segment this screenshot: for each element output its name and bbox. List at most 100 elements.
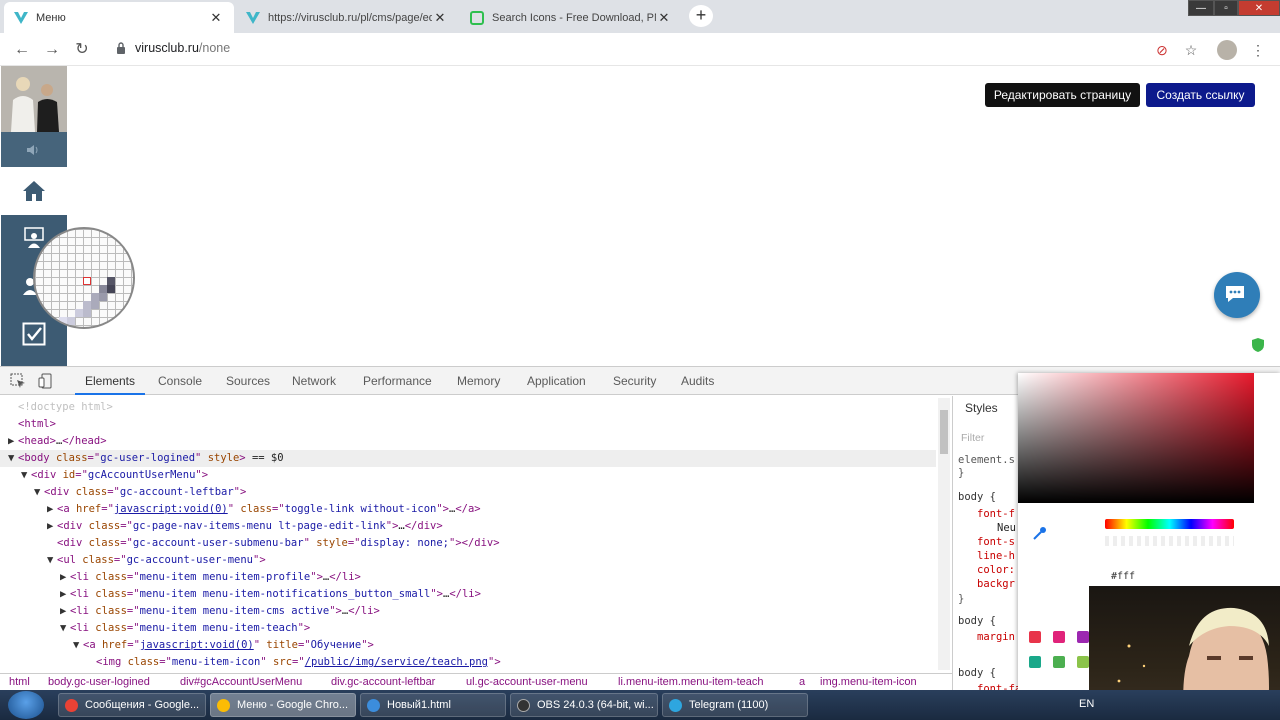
expanded-triangle-icon[interactable]: ▼: [73, 637, 83, 654]
dom-node-line[interactable]: ▶ <head>…</head>: [0, 433, 107, 450]
dom-scrollbar[interactable]: [938, 398, 950, 670]
maximize-icon[interactable]: ▫: [1214, 0, 1238, 16]
dom-node-line[interactable]: <!doctype html>: [0, 399, 113, 416]
expanded-triangle-icon[interactable]: ▼: [34, 484, 44, 501]
taskbar-item-chrome-messages[interactable]: Сообщения - Google...: [58, 693, 206, 717]
tab-search-icons[interactable]: Search Icons - Free Download, PNG ✕: [460, 2, 682, 33]
tab-menu[interactable]: Меню ✕: [4, 2, 234, 33]
hue-slider[interactable]: [1105, 519, 1234, 529]
breadcrumb-item[interactable]: div.gc-account-leftbar: [331, 674, 435, 691]
language-indicator[interactable]: EN: [1079, 698, 1094, 710]
eyedropper-icon[interactable]: [1032, 525, 1048, 541]
expanded-triangle-icon[interactable]: ▼: [60, 620, 70, 637]
new-tab-button[interactable]: +: [689, 5, 713, 27]
create-link-button[interactable]: Создать ссылку: [1146, 83, 1255, 107]
collapsed-triangle-icon[interactable]: ▶: [47, 518, 57, 535]
styles-tab[interactable]: Styles: [965, 401, 998, 415]
dom-node-line[interactable]: ▼ <div class="gc-account-leftbar">: [0, 484, 246, 501]
saturation-area[interactable]: [1018, 373, 1254, 503]
color-swatch[interactable]: [1029, 656, 1041, 668]
close-tab-icon[interactable]: ✕: [656, 10, 672, 26]
color-swatch[interactable]: [1029, 631, 1041, 643]
breadcrumb-item[interactable]: li.menu-item.menu-item-teach: [618, 674, 764, 691]
styles-filter-input[interactable]: Filter: [961, 432, 984, 444]
breadcrumb-item[interactable]: ul.gc-account-user-menu: [466, 674, 588, 691]
color-swatch[interactable]: [1077, 631, 1089, 643]
collapsed-triangle-icon[interactable]: ▶: [8, 433, 18, 450]
breadcrumb-item[interactable]: body.gc-user-logined: [48, 674, 150, 691]
expanded-triangle-icon[interactable]: ▼: [21, 467, 31, 484]
dom-tree[interactable]: <!doctype html> <html> ▶ <head>…</head> ▼ <bo…: [0, 396, 952, 672]
devtools-tab-elements[interactable]: Elements: [75, 367, 145, 395]
devtools-tab-console[interactable]: Console: [158, 367, 202, 395]
dom-node-line[interactable]: <html>: [0, 416, 56, 433]
dom-node-line[interactable]: ▶ <li class="menu-item menu-item-cms acti…: [0, 603, 380, 620]
tab-cms-page[interactable]: https://virusclub.ru/pl/cms/page/ed ✕: [236, 2, 458, 33]
close-tab-icon[interactable]: ✕: [432, 10, 448, 26]
devtools-tab-sources[interactable]: Sources: [226, 367, 270, 395]
bookmark-star-icon[interactable]: ☆: [1181, 40, 1201, 60]
taskbar-item-obs[interactable]: OBS 24.0.3 (64-bit, wi...: [510, 693, 658, 717]
dom-node-line[interactable]: ▶ <div class="gc-page-nav-items-menu lt-p…: [0, 518, 443, 535]
forward-icon[interactable]: →: [42, 40, 62, 60]
close-window-icon[interactable]: ✕: [1238, 0, 1280, 16]
dom-node-line[interactable]: ▶ <li class="menu-item menu-item-profile"…: [0, 569, 361, 586]
hex-value[interactable]: #fff: [1111, 571, 1135, 582]
collapsed-triangle-icon[interactable]: ▶: [47, 501, 57, 518]
alpha-slider[interactable]: [1105, 536, 1234, 546]
profile-avatar-icon[interactable]: [1217, 40, 1237, 60]
dom-node-line[interactable]: <img class="menu-item-icon" src="/public…: [0, 654, 501, 671]
scrollbar-thumb[interactable]: [940, 410, 948, 454]
devtools-tab-network[interactable]: Network: [292, 367, 336, 395]
close-tab-icon[interactable]: ✕: [208, 10, 224, 26]
breadcrumb-item[interactable]: a: [799, 674, 805, 691]
collapsed-triangle-icon[interactable]: ▶: [60, 603, 70, 620]
nav-home[interactable]: [1, 167, 67, 215]
devtools-tab-performance[interactable]: Performance: [363, 367, 432, 395]
address-bar[interactable]: virusclub.ru/none: [116, 41, 230, 55]
dom-node-line[interactable]: ▶ <li class="menu-item menu-item-notifica…: [0, 586, 481, 603]
dom-token: ": [227, 503, 241, 515]
color-swatch[interactable]: [1077, 656, 1089, 668]
breadcrumb-item[interactable]: img.menu-item-icon: [820, 674, 917, 691]
edit-page-button[interactable]: Редактировать страницу: [985, 83, 1140, 107]
breadcrumb-item[interactable]: html: [9, 674, 30, 691]
breadcrumb-item[interactable]: div#gcAccountUserMenu: [180, 674, 302, 691]
devtools-tab-security[interactable]: Security: [613, 367, 656, 395]
color-swatch[interactable]: [1053, 631, 1065, 643]
expanded-triangle-icon[interactable]: ▼: [8, 450, 18, 467]
translate-icon[interactable]: ⊘: [1152, 40, 1172, 60]
device-toolbar-icon[interactable]: [38, 373, 54, 389]
dom-node-line[interactable]: <div class="gc-account-user-submenu-bar"…: [0, 535, 500, 552]
dom-token: class: [88, 537, 121, 549]
taskbar-item-chrome-menu[interactable]: Меню - Google Chro...: [210, 693, 356, 717]
minimize-icon[interactable]: —: [1188, 0, 1214, 16]
notifications-item[interactable]: [1, 132, 67, 167]
expanded-triangle-icon[interactable]: ▼: [47, 552, 57, 569]
dom-node-line[interactable]: ▶ <a href="javascript:void(0)" class="tog…: [0, 501, 481, 518]
dom-token: =": [126, 571, 140, 583]
dom-token: ": [303, 537, 317, 549]
user-photo[interactable]: [1, 66, 67, 132]
dom-node-line[interactable]: ▼ <a href="javascript:void(0)" title="Обу…: [0, 637, 374, 654]
chat-widget-button[interactable]: [1214, 272, 1260, 318]
start-button[interactable]: [8, 691, 44, 719]
dom-node-line[interactable]: ▼ <body class="gc-user-logined" style> ==…: [0, 450, 936, 467]
dom-node-line[interactable]: ▼ <div id="gcAccountUserMenu">: [0, 467, 208, 484]
menu-kebab-icon[interactable]: ⋮: [1248, 40, 1268, 60]
dom-node-line[interactable]: ▼ <li class="menu-item menu-item-teach">: [0, 620, 310, 637]
collapsed-triangle-icon[interactable]: ▶: [60, 586, 70, 603]
dom-node-line[interactable]: ▼ <ul class="gc-account-user-menu">: [0, 552, 266, 569]
back-icon[interactable]: ←: [12, 40, 32, 60]
devtools-tab-application[interactable]: Application: [527, 367, 586, 395]
taskbar-item-telegram[interactable]: Telegram (1100): [662, 693, 808, 717]
window-controls: — ▫ ✕: [1188, 0, 1280, 18]
reload-icon[interactable]: ↻: [72, 40, 92, 60]
color-swatch[interactable]: [1053, 656, 1065, 668]
taskbar-item-editor[interactable]: Новый1.html: [360, 693, 506, 717]
dom-token: class: [55, 452, 88, 464]
devtools-tab-memory[interactable]: Memory: [457, 367, 500, 395]
devtools-tab-audits[interactable]: Audits: [681, 367, 714, 395]
inspect-element-icon[interactable]: [10, 373, 26, 389]
collapsed-triangle-icon[interactable]: ▶: [60, 569, 70, 586]
